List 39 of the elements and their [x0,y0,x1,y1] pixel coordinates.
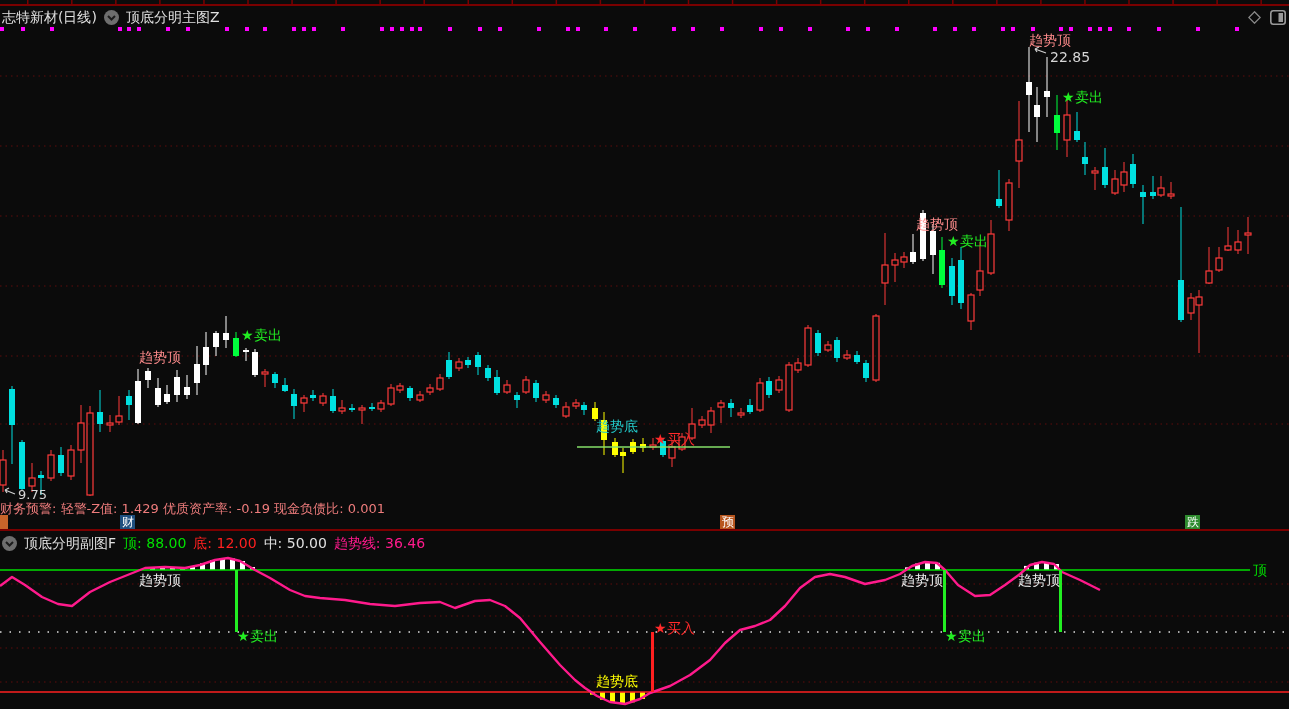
sell-signal-label: ★卖出 [1062,89,1103,105]
sell-signal-bar [235,570,238,632]
top-zone-hatch-drawing [905,562,940,570]
sell-signal-bar [1059,570,1062,632]
event-badge[interactable]: 预 [720,515,735,529]
legend-value: 顶: 88.00 [123,534,187,553]
trend-top-label: 趋势顶 [139,349,181,365]
top-zone-hatch-drawing [1024,562,1059,570]
trend-top-label: 趋势顶 [1029,32,1071,48]
top-level-label: 顶 [1253,562,1267,578]
event-badge[interactable]: 财 [120,515,135,529]
sell-signal-label: ★卖出 [947,233,988,249]
buy-signal-bar [651,632,654,692]
indicator-name: 顶底分明主图Z [125,8,220,27]
trend-top-label: 趋势顶 [139,572,181,588]
sell-signal-label: ★卖出 [237,628,278,644]
buy-signal-label: ★买入 [654,620,695,636]
indicator-name: 顶底分明副图F [24,534,117,553]
diamond-icon[interactable] [1248,11,1261,24]
legend-value: 中: 50.00 [263,534,327,553]
financial-warning-text: 财务预警: 轻警-Z值: 1.429 优质资产率: -0.19 现金负债比: 0.001 [0,500,385,516]
bottom-zone-hatch-drawing [590,692,645,704]
event-badge[interactable]: 跌 [1185,515,1200,529]
sell-signal-bar [943,570,946,632]
sell-signal-label: ★卖出 [945,628,986,644]
event-marker-icon[interactable] [0,515,8,529]
stock-title: 志特新材(日线) [2,8,97,27]
dropdown-icon[interactable] [103,10,119,25]
legend-value: 底: 12.00 [193,534,257,553]
trend-bottom-label: 趋势底 [596,673,638,689]
dropdown-icon[interactable] [2,535,17,551]
panel-toggle-icon[interactable] [1270,10,1286,25]
trend-top-label: 趋势顶 [901,572,943,588]
high-price-label: 22.85 [1050,49,1091,65]
legend-value: 趋势线: 36.46 [333,534,426,553]
leader-arrow [4,487,16,495]
leader-arrow [1034,46,1047,54]
low-price-label: 9.75 [18,486,47,502]
sell-signal-label: ★卖出 [241,327,282,343]
